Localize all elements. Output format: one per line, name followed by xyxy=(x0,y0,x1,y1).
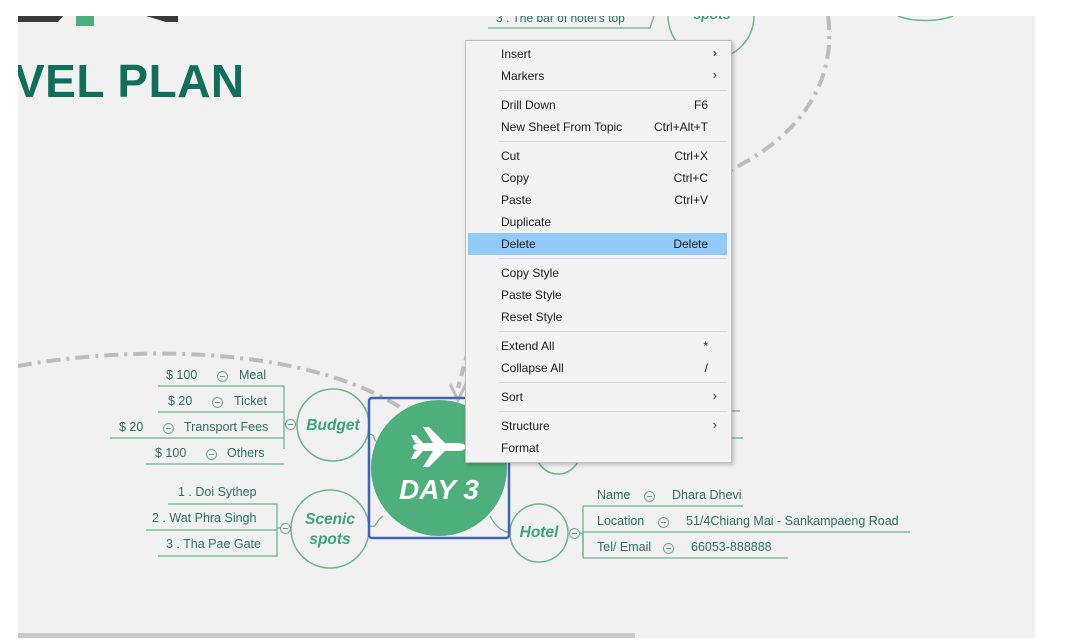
context-menu: Insert › Markers › Drill Down F6 New She… xyxy=(465,40,732,463)
menu-item-drill-down[interactable]: Drill Down F6 xyxy=(468,94,727,116)
budget-ticket-name[interactable]: Ticket xyxy=(234,394,267,408)
budget-meal-name[interactable]: Meal xyxy=(239,368,266,382)
menu-item-delete[interactable]: Delete Delete xyxy=(468,233,727,255)
scenic-item-3[interactable]: 3 . Tha Pae Gate xyxy=(166,537,261,551)
hotel-node-label[interactable]: Hotel xyxy=(510,523,568,543)
menu-item-paste-style[interactable]: Paste Style xyxy=(468,284,727,306)
image-fragment xyxy=(18,16,63,22)
menu-separator xyxy=(499,331,727,332)
collapse-toggle-icon[interactable] xyxy=(644,491,655,502)
scenic-item-2[interactable]: 2 . Wat Phra Singh xyxy=(152,511,256,525)
collapse-toggle-icon[interactable] xyxy=(663,543,674,554)
hotel-tel-key[interactable]: Tel/ Email xyxy=(597,540,651,554)
scenic-node-label[interactable]: Scenic spots xyxy=(298,510,362,550)
hotel-location-key[interactable]: Location xyxy=(597,514,644,528)
hotel-location-value[interactable]: 51/4Chiang Mai - Sankampaeng Road xyxy=(686,514,899,528)
collapse-toggle-icon[interactable] xyxy=(285,419,296,430)
hotel-tel-value[interactable]: 66053-888888 xyxy=(691,540,772,554)
chevron-right-icon: › xyxy=(712,417,717,432)
menu-item-markers[interactable]: Markers › xyxy=(468,65,727,87)
budget-others-amount[interactable]: $ 100 xyxy=(155,446,186,460)
menu-item-collapse-all[interactable]: Collapse All / xyxy=(468,357,727,379)
menu-item-insert[interactable]: Insert › xyxy=(468,43,727,65)
collapse-toggle-icon[interactable] xyxy=(658,517,669,528)
budget-ticket-amount[interactable]: $ 20 xyxy=(168,394,192,408)
menu-item-cut[interactable]: Cut Ctrl+X xyxy=(468,145,727,167)
menu-item-copy-style[interactable]: Copy Style xyxy=(468,262,727,284)
top-spots-node[interactable]: spots xyxy=(690,16,734,24)
horizontal-scrollbar[interactable] xyxy=(18,633,635,638)
menu-item-reset-style[interactable]: Reset Style xyxy=(468,306,727,328)
hotel-name-value[interactable]: Dhara Dhevi xyxy=(672,488,741,502)
budget-transport-name[interactable]: Transport Fees xyxy=(184,420,268,434)
collapse-toggle-icon[interactable] xyxy=(206,449,217,460)
image-fragment-green xyxy=(76,16,94,26)
collapse-toggle-icon[interactable] xyxy=(212,397,223,408)
collapse-toggle-icon[interactable] xyxy=(217,371,228,382)
menu-item-duplicate[interactable]: Duplicate xyxy=(468,211,727,233)
chevron-right-icon: › xyxy=(712,388,717,403)
menu-item-copy[interactable]: Copy Ctrl+C xyxy=(468,167,727,189)
budget-transport-amount[interactable]: $ 20 xyxy=(119,420,143,434)
chevron-right-icon: › xyxy=(712,45,717,60)
menu-item-sort[interactable]: Sort › xyxy=(468,386,727,408)
menu-separator xyxy=(499,411,727,412)
menu-separator xyxy=(499,90,727,91)
menu-item-new-sheet-from-topic[interactable]: New Sheet From Topic Ctrl+Alt+T xyxy=(468,116,727,138)
menu-item-paste[interactable]: Paste Ctrl+V xyxy=(468,189,727,211)
day3-node-label[interactable]: DAY 3 xyxy=(399,474,479,506)
budget-others-name[interactable]: Others xyxy=(227,446,265,460)
hotel-name-key[interactable]: Name xyxy=(597,488,630,502)
budget-meal-amount[interactable]: $ 100 xyxy=(166,368,197,382)
menu-separator xyxy=(499,258,727,259)
collapse-toggle-icon[interactable] xyxy=(569,528,580,539)
topic-bar-of-hotels-top[interactable]: 3 . The bar of hotel's top xyxy=(496,16,625,25)
chevron-right-icon: › xyxy=(712,67,717,82)
menu-item-format[interactable]: Format xyxy=(468,437,727,459)
collapse-toggle-icon[interactable] xyxy=(280,523,291,534)
scenic-item-1[interactable]: 1 . Doi Sythep xyxy=(178,485,257,499)
collapse-toggle-icon[interactable] xyxy=(163,423,174,434)
menu-item-extend-all[interactable]: Extend All * xyxy=(468,335,727,357)
page-title: VEL PLAN xyxy=(18,55,245,107)
budget-node-label[interactable]: Budget xyxy=(301,416,365,436)
menu-separator xyxy=(499,382,727,383)
menu-item-structure[interactable]: Structure › xyxy=(468,415,727,437)
menu-separator xyxy=(499,141,727,142)
